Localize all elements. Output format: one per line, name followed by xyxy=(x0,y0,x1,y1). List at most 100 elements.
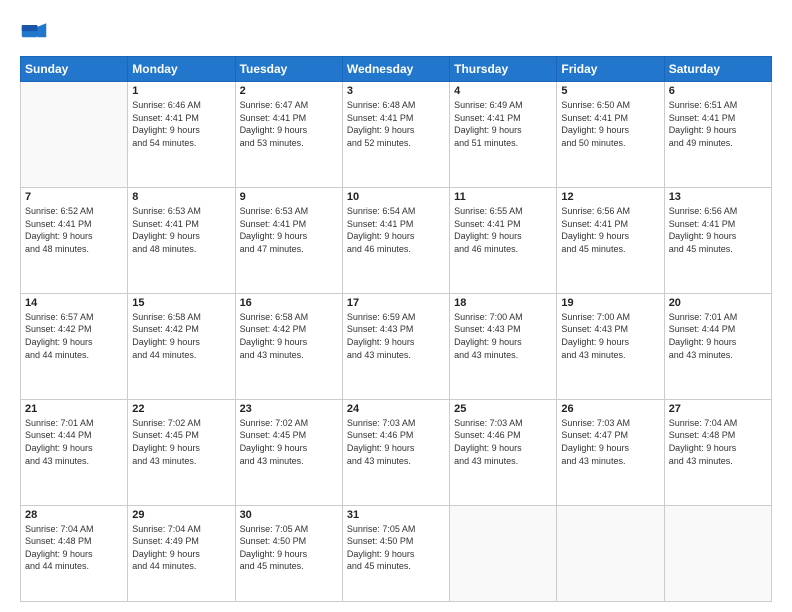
day-cell: 17 Sunrise: 6:59 AM Sunset: 4:43 PM Dayli… xyxy=(342,293,449,399)
day-cell: 25 Sunrise: 7:03 AM Sunset: 4:46 PM Dayli… xyxy=(450,399,557,505)
day-number: 6 xyxy=(669,85,767,97)
weekday-header-row: SundayMondayTuesdayWednesdayThursdayFrid… xyxy=(21,57,772,82)
day-number: 20 xyxy=(669,297,767,309)
day-info: Sunrise: 7:04 AM Sunset: 4:48 PM Dayligh… xyxy=(25,523,123,573)
day-number: 27 xyxy=(669,403,767,415)
day-info: Sunrise: 7:04 AM Sunset: 4:49 PM Dayligh… xyxy=(132,523,230,573)
day-cell: 19 Sunrise: 7:00 AM Sunset: 4:43 PM Dayli… xyxy=(557,293,664,399)
day-number: 14 xyxy=(25,297,123,309)
day-info: Sunrise: 7:05 AM Sunset: 4:50 PM Dayligh… xyxy=(347,523,445,573)
day-info: Sunrise: 6:47 AM Sunset: 4:41 PM Dayligh… xyxy=(240,99,338,149)
day-cell: 29 Sunrise: 7:04 AM Sunset: 4:49 PM Dayli… xyxy=(128,505,235,601)
week-row-2: 7 Sunrise: 6:52 AM Sunset: 4:41 PM Daylig… xyxy=(21,187,772,293)
day-cell: 4 Sunrise: 6:49 AM Sunset: 4:41 PM Daylig… xyxy=(450,82,557,188)
weekday-header-monday: Monday xyxy=(128,57,235,82)
day-info: Sunrise: 7:02 AM Sunset: 4:45 PM Dayligh… xyxy=(240,417,338,467)
day-number: 5 xyxy=(561,85,659,97)
weekday-header-thursday: Thursday xyxy=(450,57,557,82)
day-cell: 10Sunrise: 6:54 AM Sunset: 4:41 PM Dayli… xyxy=(342,187,449,293)
day-cell xyxy=(21,82,128,188)
day-number: 24 xyxy=(347,403,445,415)
day-number: 19 xyxy=(561,297,659,309)
day-number: 2 xyxy=(240,85,338,97)
day-info: Sunrise: 6:55 AM Sunset: 4:41 PM Dayligh… xyxy=(454,205,552,255)
day-cell: 22 Sunrise: 7:02 AM Sunset: 4:45 PM Dayli… xyxy=(128,399,235,505)
day-number: 25 xyxy=(454,403,552,415)
week-row-1: 1 Sunrise: 6:46 AM Sunset: 4:41 PM Daylig… xyxy=(21,82,772,188)
day-cell: 8 Sunrise: 6:53 AM Sunset: 4:41 PM Daylig… xyxy=(128,187,235,293)
day-info: Sunrise: 6:46 AM Sunset: 4:41 PM Dayligh… xyxy=(132,99,230,149)
day-cell: 6 Sunrise: 6:51 AM Sunset: 4:41 PM Daylig… xyxy=(664,82,771,188)
week-row-4: 21Sunrise: 7:01 AM Sunset: 4:44 PM Dayli… xyxy=(21,399,772,505)
day-cell: 20 Sunrise: 7:01 AM Sunset: 4:44 PM Dayli… xyxy=(664,293,771,399)
week-row-3: 14 Sunrise: 6:57 AM Sunset: 4:42 PM Dayli… xyxy=(21,293,772,399)
day-cell: 18Sunrise: 7:00 AM Sunset: 4:43 PM Dayli… xyxy=(450,293,557,399)
day-number: 29 xyxy=(132,509,230,521)
day-cell: 2 Sunrise: 6:47 AM Sunset: 4:41 PM Daylig… xyxy=(235,82,342,188)
day-info: Sunrise: 6:58 AM Sunset: 4:42 PM Dayligh… xyxy=(132,311,230,361)
day-cell: 9 Sunrise: 6:53 AM Sunset: 4:41 PM Daylig… xyxy=(235,187,342,293)
day-number: 13 xyxy=(669,191,767,203)
day-cell: 13 Sunrise: 6:56 AM Sunset: 4:41 PM Dayli… xyxy=(664,187,771,293)
day-number: 17 xyxy=(347,297,445,309)
day-cell xyxy=(557,505,664,601)
day-info: Sunrise: 7:02 AM Sunset: 4:45 PM Dayligh… xyxy=(132,417,230,467)
day-info: Sunrise: 6:53 AM Sunset: 4:41 PM Dayligh… xyxy=(240,205,338,255)
calendar-table: SundayMondayTuesdayWednesdayThursdayFrid… xyxy=(20,56,772,602)
day-info: Sunrise: 6:52 AM Sunset: 4:41 PM Dayligh… xyxy=(25,205,123,255)
day-cell: 5 Sunrise: 6:50 AM Sunset: 4:41 PM Daylig… xyxy=(557,82,664,188)
day-number: 1 xyxy=(132,85,230,97)
day-number: 7 xyxy=(25,191,123,203)
day-cell: 24Sunrise: 7:03 AM Sunset: 4:46 PM Dayli… xyxy=(342,399,449,505)
week-row-5: 28Sunrise: 7:04 AM Sunset: 4:48 PM Dayli… xyxy=(21,505,772,601)
day-number: 4 xyxy=(454,85,552,97)
day-cell: 28Sunrise: 7:04 AM Sunset: 4:48 PM Dayli… xyxy=(21,505,128,601)
day-info: Sunrise: 6:58 AM Sunset: 4:42 PM Dayligh… xyxy=(240,311,338,361)
day-info: Sunrise: 7:01 AM Sunset: 4:44 PM Dayligh… xyxy=(25,417,123,467)
day-info: Sunrise: 7:05 AM Sunset: 4:50 PM Dayligh… xyxy=(240,523,338,573)
day-number: 12 xyxy=(561,191,659,203)
weekday-header-sunday: Sunday xyxy=(21,57,128,82)
day-info: Sunrise: 6:57 AM Sunset: 4:42 PM Dayligh… xyxy=(25,311,123,361)
day-cell: 31 Sunrise: 7:05 AM Sunset: 4:50 PM Dayli… xyxy=(342,505,449,601)
day-info: Sunrise: 6:59 AM Sunset: 4:43 PM Dayligh… xyxy=(347,311,445,361)
day-number: 26 xyxy=(561,403,659,415)
day-cell: 27 Sunrise: 7:04 AM Sunset: 4:48 PM Dayli… xyxy=(664,399,771,505)
day-number: 9 xyxy=(240,191,338,203)
day-cell: 7 Sunrise: 6:52 AM Sunset: 4:41 PM Daylig… xyxy=(21,187,128,293)
day-number: 15 xyxy=(132,297,230,309)
day-cell: 11Sunrise: 6:55 AM Sunset: 4:41 PM Dayli… xyxy=(450,187,557,293)
day-info: Sunrise: 7:00 AM Sunset: 4:43 PM Dayligh… xyxy=(454,311,552,361)
day-cell: 21Sunrise: 7:01 AM Sunset: 4:44 PM Dayli… xyxy=(21,399,128,505)
day-info: Sunrise: 6:56 AM Sunset: 4:41 PM Dayligh… xyxy=(669,205,767,255)
day-info: Sunrise: 6:50 AM Sunset: 4:41 PM Dayligh… xyxy=(561,99,659,149)
day-number: 16 xyxy=(240,297,338,309)
logo xyxy=(20,18,52,46)
day-info: Sunrise: 7:03 AM Sunset: 4:47 PM Dayligh… xyxy=(561,417,659,467)
day-cell: 14 Sunrise: 6:57 AM Sunset: 4:42 PM Dayli… xyxy=(21,293,128,399)
day-info: Sunrise: 6:49 AM Sunset: 4:41 PM Dayligh… xyxy=(454,99,552,149)
day-cell: 3Sunrise: 6:48 AM Sunset: 4:41 PM Daylig… xyxy=(342,82,449,188)
page: SundayMondayTuesdayWednesdayThursdayFrid… xyxy=(0,0,792,612)
day-info: Sunrise: 6:56 AM Sunset: 4:41 PM Dayligh… xyxy=(561,205,659,255)
day-info: Sunrise: 7:03 AM Sunset: 4:46 PM Dayligh… xyxy=(454,417,552,467)
day-cell: 23Sunrise: 7:02 AM Sunset: 4:45 PM Dayli… xyxy=(235,399,342,505)
weekday-header-saturday: Saturday xyxy=(664,57,771,82)
day-cell: 12 Sunrise: 6:56 AM Sunset: 4:41 PM Dayli… xyxy=(557,187,664,293)
day-cell: 15 Sunrise: 6:58 AM Sunset: 4:42 PM Dayli… xyxy=(128,293,235,399)
day-number: 22 xyxy=(132,403,230,415)
day-info: Sunrise: 7:04 AM Sunset: 4:48 PM Dayligh… xyxy=(669,417,767,467)
day-info: Sunrise: 6:48 AM Sunset: 4:41 PM Dayligh… xyxy=(347,99,445,149)
day-number: 10 xyxy=(347,191,445,203)
header xyxy=(20,18,772,46)
day-info: Sunrise: 6:53 AM Sunset: 4:41 PM Dayligh… xyxy=(132,205,230,255)
day-cell: 1 Sunrise: 6:46 AM Sunset: 4:41 PM Daylig… xyxy=(128,82,235,188)
weekday-header-friday: Friday xyxy=(557,57,664,82)
day-number: 8 xyxy=(132,191,230,203)
day-info: Sunrise: 7:00 AM Sunset: 4:43 PM Dayligh… xyxy=(561,311,659,361)
day-cell: 30Sunrise: 7:05 AM Sunset: 4:50 PM Dayli… xyxy=(235,505,342,601)
day-info: Sunrise: 7:01 AM Sunset: 4:44 PM Dayligh… xyxy=(669,311,767,361)
day-info: Sunrise: 6:51 AM Sunset: 4:41 PM Dayligh… xyxy=(669,99,767,149)
day-cell: 26 Sunrise: 7:03 AM Sunset: 4:47 PM Dayli… xyxy=(557,399,664,505)
day-number: 31 xyxy=(347,509,445,521)
